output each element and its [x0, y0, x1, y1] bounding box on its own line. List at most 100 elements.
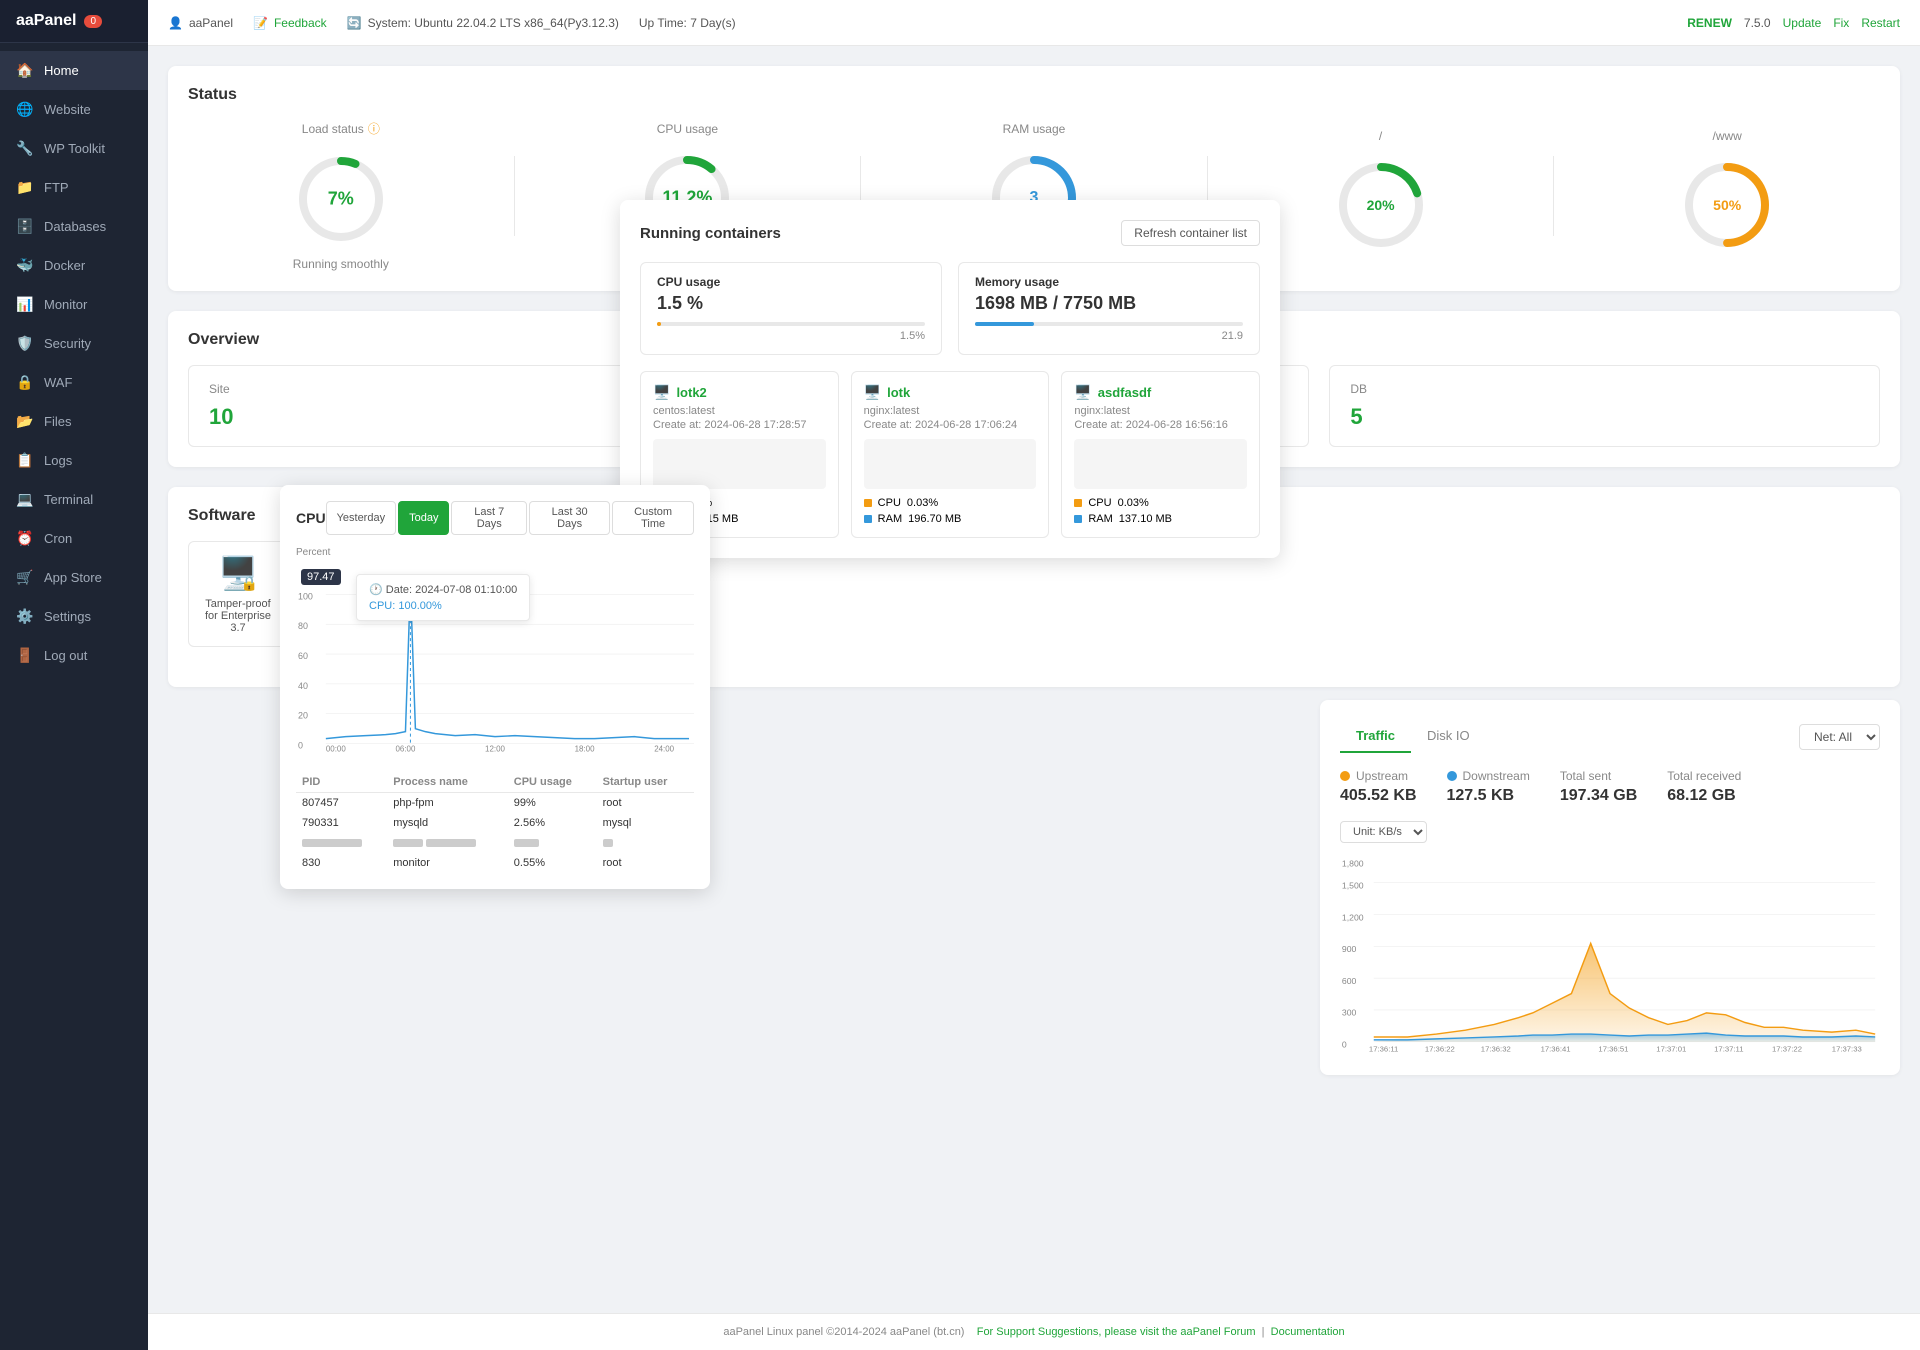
footer: aaPanel Linux panel ©2014-2024 aaPanel (…	[148, 1313, 1920, 1350]
container-memory-bar	[975, 322, 1243, 326]
container-lotk-stats: CPU 0.03% RAM 196.70 MB	[864, 497, 1037, 525]
sidebar-label-wp-toolkit: WP Toolkit	[44, 141, 105, 156]
sidebar-item-cron[interactable]: ⏰ Cron	[0, 519, 148, 558]
sidebar-item-ftp[interactable]: 📁 FTP	[0, 168, 148, 207]
sidebar-label-ftp: FTP	[44, 180, 69, 195]
container-asdfasdf-monitor-icon: 🖥️	[1074, 384, 1091, 401]
software-item-tamperproof[interactable]: 🖥️ 🔒 Tamper-proof for Enterprise 3.7	[188, 541, 288, 647]
footer-copyright: aaPanel Linux panel ©2014-2024 aaPanel (…	[723, 1326, 964, 1338]
files-icon: 📂	[16, 413, 34, 430]
main-content: Status Load status ⓘ 7% Running smoothly	[148, 46, 1920, 1313]
footer-support-link[interactable]: For Support Suggestions, please visit th…	[977, 1326, 1256, 1338]
traffic-header: Traffic Disk IO Net: All	[1340, 720, 1880, 753]
container-lotk-ram-label: RAM	[878, 513, 902, 525]
ram-dot-3-icon	[1074, 515, 1082, 523]
svg-text:600: 600	[1342, 976, 1357, 986]
container-lotk: 🖥️ lotk nginx:latest Create at: 2024-06-…	[851, 371, 1050, 538]
waf-icon: 🔒	[16, 374, 34, 391]
sidebar-item-app-store[interactable]: 🛒 App Store	[0, 558, 148, 597]
process-row-2: 790331 mysqld 2.56% mysql	[296, 813, 694, 833]
redacted-pid	[302, 839, 362, 847]
svg-text:1,800: 1,800	[1342, 858, 1364, 868]
system-text: System: Ubuntu 22.04.2 LTS x86_64(Py3.12…	[368, 16, 619, 30]
container-lotk-cpu-label: CPU	[878, 497, 901, 509]
svg-text:17:37:01: 17:37:01	[1656, 1044, 1686, 1053]
container-asdfasdf-header: 🖥️ asdfasdf	[1074, 384, 1247, 401]
sidebar-item-logout[interactable]: 🚪 Log out	[0, 636, 148, 675]
sidebar-item-databases[interactable]: 🗄️ Databases	[0, 207, 148, 246]
overview-db-value: 5	[1350, 404, 1859, 430]
redacted-user	[603, 839, 613, 847]
restart-button[interactable]: Restart	[1861, 16, 1900, 30]
refresh-container-list-button[interactable]: Refresh container list	[1121, 220, 1260, 246]
container-asdfasdf-cpu-value: 0.03%	[1118, 497, 1149, 509]
time-tab-30days[interactable]: Last 30 Days	[529, 501, 610, 535]
topbar-right-actions: RENEW 7.5.0 Update Fix Restart	[1687, 16, 1900, 30]
cpu-chart-header: CPU Yesterday Today Last 7 Days Last 30 …	[296, 501, 694, 535]
svg-text:0: 0	[1342, 1040, 1347, 1050]
gauge-disk-root-label: /	[1379, 129, 1382, 143]
renew-button[interactable]: RENEW	[1687, 16, 1732, 30]
traffic-panel-wrapper: Traffic Disk IO Net: All Upstream 405.52…	[1320, 700, 1900, 1095]
upstream-label: Upstream	[1340, 769, 1417, 783]
unit-select[interactable]: Unit: KB/s	[1340, 821, 1427, 843]
tab-traffic[interactable]: Traffic	[1340, 720, 1411, 753]
user-icon: 👤	[168, 16, 183, 30]
sidebar-item-monitor[interactable]: 📊 Monitor	[0, 285, 148, 324]
container-cpu-label: CPU usage	[657, 275, 925, 289]
gauge-divider-4	[1553, 156, 1554, 236]
topbar-uptime: Up Time: 7 Day(s)	[639, 16, 736, 30]
software-icon-wrapper: 🖥️ 🔒	[218, 554, 258, 592]
sidebar-item-terminal[interactable]: 💻 Terminal	[0, 480, 148, 519]
upstream-value: 405.52 KB	[1340, 787, 1417, 805]
clock-icon: 🕐	[369, 584, 383, 596]
svg-text:00:00: 00:00	[326, 745, 346, 754]
software-lock-icon: 🔒	[240, 575, 257, 592]
topbar-feedback[interactable]: 📝 Feedback	[253, 16, 327, 30]
sidebar-item-files[interactable]: 📂 Files	[0, 402, 148, 441]
tab-disk-io[interactable]: Disk IO	[1411, 720, 1486, 753]
time-tab-7days[interactable]: Last 7 Days	[451, 501, 527, 535]
gauge-ram-label: RAM usage	[1003, 122, 1066, 136]
databases-icon: 🗄️	[16, 218, 34, 235]
total-recv-metric: Total received 68.12 GB	[1667, 769, 1741, 805]
containers-metrics: CPU usage 1.5 % 1.5% Memory usage 1698 M…	[640, 262, 1260, 355]
total-sent-label: Total sent	[1560, 769, 1637, 783]
container-lotk-cpu-value: 0.03%	[907, 497, 938, 509]
gauge-disk-www-label: /www	[1713, 129, 1742, 143]
sidebar-item-docker[interactable]: 🐳 Docker	[0, 246, 148, 285]
downstream-label: Downstream	[1447, 769, 1530, 783]
gauge-load-status: Load status ⓘ 7% Running smoothly	[188, 120, 494, 271]
fix-button[interactable]: Fix	[1833, 16, 1849, 30]
ftp-icon: 📁	[16, 179, 34, 196]
container-asdfasdf-cpu-label: CPU	[1088, 497, 1111, 509]
net-select[interactable]: Net: All	[1799, 724, 1880, 750]
system-icon: 🔄	[347, 16, 362, 30]
sidebar-item-logs[interactable]: 📋 Logs	[0, 441, 148, 480]
container-cpu-value: 1.5 %	[657, 293, 925, 314]
time-tab-custom[interactable]: Custom Time	[612, 501, 694, 535]
container-memory-percent: 21.9	[975, 330, 1243, 342]
time-tab-today[interactable]: Today	[398, 501, 449, 535]
sidebar-item-security[interactable]: 🛡️ Security	[0, 324, 148, 363]
update-button[interactable]: Update	[1783, 16, 1822, 30]
sidebar-item-waf[interactable]: 🔒 WAF	[0, 363, 148, 402]
sidebar-item-website[interactable]: 🌐 Website	[0, 90, 148, 129]
notification-badge: 0	[84, 15, 102, 28]
container-lotk2-header: 🖥️ lotk2	[653, 384, 826, 401]
gauge-load-sub: Running smoothly	[293, 257, 389, 271]
sidebar-item-home[interactable]: 🏠 Home	[0, 51, 148, 90]
col-pid: PID	[296, 772, 387, 793]
sidebar-label-home: Home	[44, 63, 79, 78]
software-item-name: Tamper-proof for Enterprise 3.7	[201, 598, 275, 634]
sidebar-label-settings: Settings	[44, 609, 91, 624]
time-tab-yesterday[interactable]: Yesterday	[326, 501, 397, 535]
sidebar-item-settings[interactable]: ⚙️ Settings	[0, 597, 148, 636]
container-lotk-header: 🖥️ lotk	[864, 384, 1037, 401]
container-asdfasdf-ram-label: RAM	[1088, 513, 1112, 525]
feedback-link[interactable]: Feedback	[274, 16, 327, 30]
gauge-load-label: Load status ⓘ	[302, 120, 380, 137]
footer-docs-link[interactable]: Documentation	[1271, 1326, 1345, 1338]
sidebar-item-wp-toolkit[interactable]: 🔧 WP Toolkit	[0, 129, 148, 168]
container-lotk-created: Create at: 2024-06-28 17:06:24	[864, 419, 1037, 431]
